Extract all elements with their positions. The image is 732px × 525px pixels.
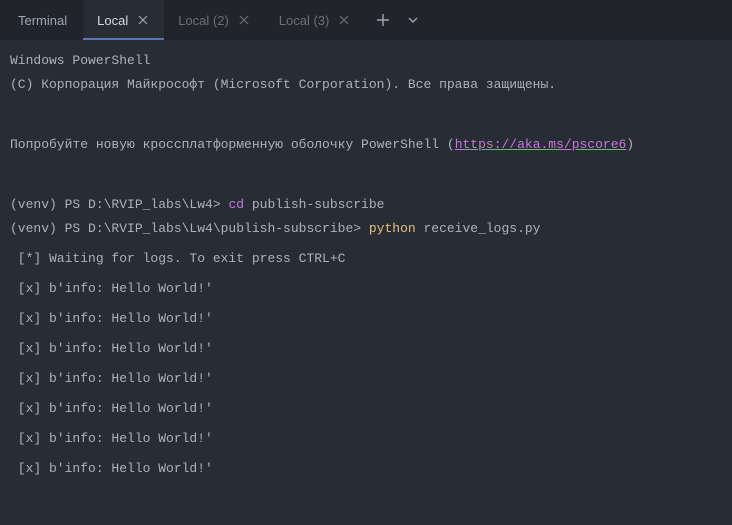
terminal-output[interactable]: Windows PowerShell (C) Корпорация Майкро… [0, 40, 732, 502]
prompt-line: (venv) PS D:\RVIP_labs\Lw4\publish-subsc… [10, 222, 722, 237]
tab-actions [365, 10, 423, 30]
tab-local-3[interactable]: Local (3) [265, 0, 366, 40]
new-tab-button[interactable] [373, 10, 393, 30]
prompt-line: (venv) PS D:\RVIP_labs\Lw4> cd publish-s… [10, 198, 722, 213]
output-line: [x] b'info: Hello World!' [10, 312, 722, 327]
pscore-link[interactable]: https://aka.ms/pscore6 [455, 137, 627, 152]
cmd-keyword: cd [228, 197, 251, 212]
cmd-arg: receive_logs.py [423, 221, 540, 236]
blank-line [10, 108, 722, 138]
cmd-arg: publish-subscribe [252, 197, 385, 212]
output-line: [*] Waiting for logs. To exit press CTRL… [10, 252, 722, 267]
output-line: [x] b'info: Hello World!' [10, 462, 722, 477]
panel-title: Terminal [4, 13, 83, 28]
prompt-prefix: (venv) PS D:\RVIP_labs\Lw4> [10, 197, 228, 212]
tab-label: Local (3) [279, 13, 330, 28]
close-icon[interactable] [136, 13, 150, 27]
output-line: [x] b'info: Hello World!' [10, 372, 722, 387]
output-line: [x] b'info: Hello World!' [10, 432, 722, 447]
terminal-tabbar: Terminal Local Local (2) Local (3) [0, 0, 732, 40]
text: Попробуйте новую кроссплатформенную обол… [10, 137, 455, 152]
tab-label: Local [97, 13, 128, 28]
shell-header-line: Windows PowerShell [10, 54, 722, 69]
shell-copyright-line: (C) Корпорация Майкрософт (Microsoft Cor… [10, 78, 722, 93]
blank-line [10, 168, 722, 198]
prompt-prefix: (venv) PS D:\RVIP_labs\Lw4\publish-subsc… [10, 221, 369, 236]
tab-label: Local (2) [178, 13, 229, 28]
text: ) [626, 137, 634, 152]
output-line: [x] b'info: Hello World!' [10, 402, 722, 417]
tab-local-1[interactable]: Local [83, 0, 164, 40]
shell-try-line: Попробуйте новую кроссплатформенную обол… [10, 138, 722, 153]
tab-local-2[interactable]: Local (2) [164, 0, 265, 40]
cmd-keyword: python [369, 221, 424, 236]
tab-dropdown-button[interactable] [403, 10, 423, 30]
close-icon[interactable] [337, 13, 351, 27]
close-icon[interactable] [237, 13, 251, 27]
output-line: [x] b'info: Hello World!' [10, 282, 722, 297]
output-line: [x] b'info: Hello World!' [10, 342, 722, 357]
